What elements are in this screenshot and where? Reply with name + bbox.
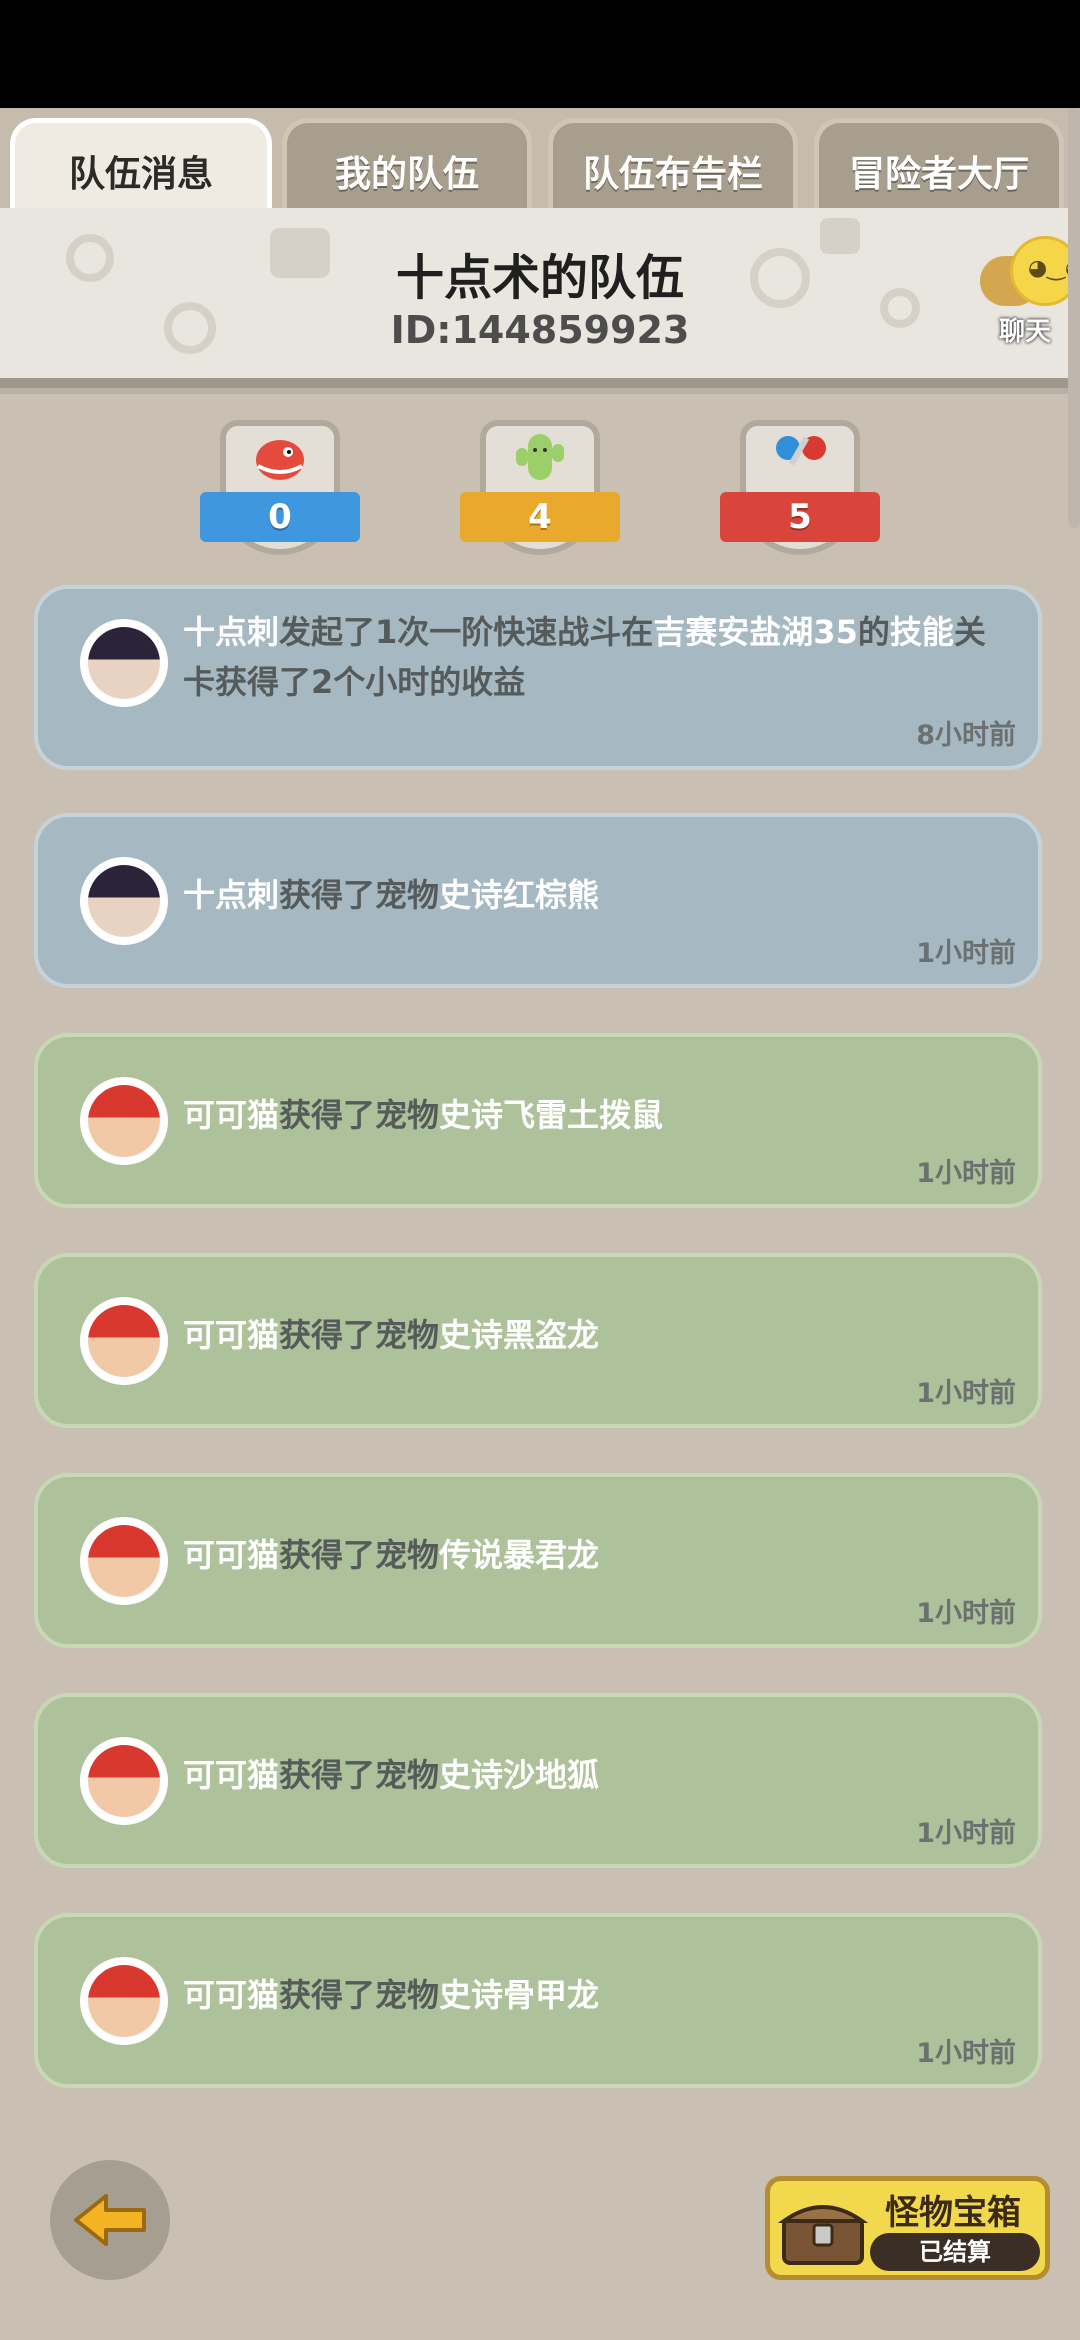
message-text: 可可猫获得了宠物史诗飞雷土拨鼠 (183, 1090, 1013, 1140)
message-highlight-text: 可可猫 (183, 1756, 280, 1794)
team-name: 十点术的队伍 (395, 250, 684, 306)
message-action-text: 获得了宠物 (279, 1316, 440, 1354)
message-highlight-text: 传说暴君龙 (439, 1536, 600, 1574)
red-hair-hero-avatar[interactable] (80, 1077, 168, 1165)
red-hair-hero-avatar[interactable] (80, 1517, 168, 1605)
status-bar (0, 0, 1080, 108)
badge-value: 5 (720, 492, 880, 542)
adventurers-icon (776, 436, 826, 466)
team-header: 十点术的队伍 ID:144859923 ◕‿◕ 聊天 (0, 208, 1080, 388)
chest-status: 已结算 (870, 2233, 1040, 2271)
message-card[interactable]: 十点刺发起了1次一阶快速战斗在吉赛安盐湖35的技能关卡获得了2个小时的收益 8小时… (34, 585, 1042, 770)
treasure-chest-icon (778, 2205, 868, 2265)
badge-cactus[interactable]: 4 (460, 420, 620, 560)
message-action-text: 获得了宠物 (279, 1096, 440, 1134)
message-text: 十点刺获得了宠物史诗红棕熊 (183, 870, 1013, 920)
message-text: 可可猫获得了宠物史诗黑盗龙 (183, 1310, 1013, 1360)
chest-title: 怪物宝箱 (885, 2193, 1021, 2233)
green-cactus-icon (516, 434, 564, 480)
message-time: 1小时前 (916, 2038, 1016, 2069)
message-highlight-text: 技能 (889, 613, 954, 651)
message-action-text: 的 (857, 613, 890, 651)
message-card[interactable]: 可可猫获得了宠物史诗黑盗龙 1小时前 (34, 1253, 1042, 1428)
red-hair-hero-avatar[interactable] (80, 1297, 168, 1385)
tab-adventurer-hall[interactable]: 冒险者大厅 (814, 118, 1064, 218)
message-text: 可可猫获得了宠物史诗骨甲龙 (183, 1970, 1013, 2020)
message-highlight-text: 可可猫 (183, 1536, 280, 1574)
tab-bulletin-board[interactable]: 队伍布告栏 (548, 118, 798, 218)
message-action-text: 发起了1次一阶快速战斗在 (279, 613, 654, 651)
message-highlight-text: 史诗沙地狐 (439, 1756, 600, 1794)
message-card[interactable]: 可可猫获得了宠物史诗飞雷土拨鼠 1小时前 (34, 1033, 1042, 1208)
message-card[interactable]: 可可猫获得了宠物史诗骨甲龙 1小时前 (34, 1913, 1042, 2088)
chat-label: 聊天 (998, 317, 1051, 347)
message-time: 1小时前 (916, 1598, 1016, 1629)
message-highlight-text: 史诗红棕熊 (439, 876, 600, 914)
message-highlight-text: 史诗骨甲龙 (439, 1976, 600, 2014)
tab-team-messages[interactable]: 队伍消息 (10, 118, 272, 218)
dark-hair-hero-avatar[interactable] (80, 857, 168, 945)
message-time: 1小时前 (916, 1158, 1016, 1189)
message-action-text: 获得了宠物 (279, 1536, 440, 1574)
message-action-text: 获得了宠物 (279, 876, 440, 914)
team-id: ID:144859923 (390, 308, 690, 352)
dark-hair-hero-avatar[interactable] (80, 619, 168, 707)
red-hair-hero-avatar[interactable] (80, 1737, 168, 1825)
message-text: 可可猫获得了宠物史诗沙地狐 (183, 1750, 1013, 1800)
red-dino-icon (256, 440, 304, 480)
message-highlight-text: 可可猫 (183, 1976, 280, 2014)
message-action-text: 获得了宠物 (279, 1976, 440, 2014)
chat-button[interactable]: ◕‿◕ 聊天 (970, 226, 1080, 347)
tab-bar: 队伍消息 我的队伍 队伍布告栏 冒险者大厅 (0, 108, 1080, 218)
badge-value: 0 (200, 492, 360, 542)
badge-members[interactable]: 5 (720, 420, 880, 560)
message-highlight-text: 吉赛安盐湖35 (653, 613, 858, 651)
message-text: 十点刺发起了1次一阶快速战斗在吉赛安盐湖35的技能关卡获得了2个小时的收益 (183, 607, 1013, 707)
message-time: 1小时前 (916, 938, 1016, 969)
message-highlight-text: 史诗黑盗龙 (439, 1316, 600, 1354)
message-highlight-text: 十点刺 (183, 876, 280, 914)
message-highlight-text: 可可猫 (183, 1316, 280, 1354)
badge-pets[interactable]: 0 (200, 420, 360, 560)
message-card[interactable]: 十点刺获得了宠物史诗红棕熊 1小时前 (34, 813, 1042, 988)
message-action-text: 获得了宠物 (279, 1756, 440, 1794)
message-time: 1小时前 (916, 1378, 1016, 1409)
message-highlight-text: 史诗飞雷土拨鼠 (439, 1096, 664, 1134)
arrow-left-icon (74, 2194, 146, 2246)
message-time: 1小时前 (916, 1818, 1016, 1849)
message-highlight-text: 可可猫 (183, 1096, 280, 1134)
message-card[interactable]: 可可猫获得了宠物史诗沙地狐 1小时前 (34, 1693, 1042, 1868)
monster-chest-button[interactable]: 怪物宝箱 已结算 (765, 2176, 1050, 2280)
message-highlight-text: 十点刺 (183, 613, 280, 651)
message-card[interactable]: 可可猫获得了宠物传说暴君龙 1小时前 (34, 1473, 1042, 1648)
message-text: 可可猫获得了宠物传说暴君龙 (183, 1530, 1013, 1580)
message-time: 8小时前 (916, 720, 1016, 751)
badge-value: 4 (460, 492, 620, 542)
tab-my-team[interactable]: 我的队伍 (282, 118, 532, 218)
scrollbar[interactable] (1068, 108, 1080, 528)
red-hair-hero-avatar[interactable] (80, 1957, 168, 2045)
back-button[interactable] (50, 2160, 170, 2280)
